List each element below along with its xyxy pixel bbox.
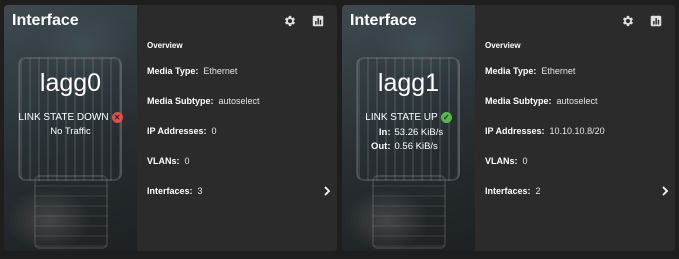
interface-card-lagg0: Interface lagg0 LINK STATE DOWN ✕ No Tra…	[4, 5, 337, 251]
overview-title: Overview	[147, 41, 183, 50]
link-state: LINK STATE DOWN ✕	[4, 112, 137, 123]
traffic-in-label: In:	[378, 127, 391, 138]
overview-title: Overview	[485, 41, 521, 50]
interfaces-label: Interfaces:	[485, 186, 531, 196]
traffic-out-value: 0.56 KiB/s	[394, 141, 438, 152]
interface-name: lagg0	[39, 69, 102, 97]
chevron-right-icon[interactable]	[661, 186, 669, 196]
card-hero-image: Interface lagg0 LINK STATE DOWN ✕ No Tra…	[4, 5, 137, 251]
media-subtype-label: Media Subtype:	[147, 96, 214, 106]
card-title: Interface	[12, 12, 79, 29]
ethernet-cable-graphic	[372, 175, 446, 249]
link-state: LINK STATE UP ✓	[342, 112, 475, 123]
gear-icon[interactable]	[283, 14, 297, 28]
vlans-label: VLANs:	[147, 156, 180, 166]
ip-addresses-row: IP Addresses: 0	[147, 126, 217, 136]
ip-addresses-value: 10.10.10.8/20	[549, 126, 605, 136]
traffic-in: In: 53.26 KiB/s	[342, 127, 475, 138]
ip-addresses-label: IP Addresses:	[147, 126, 207, 136]
interfaces-row: Interfaces: 2	[485, 186, 541, 196]
card-hero-image: Interface lagg1 LINK STATE UP ✓ In: 53.26…	[342, 5, 475, 251]
media-type-value: Ethernet	[203, 66, 238, 76]
traffic-in-value: 53.26 KiB/s	[394, 127, 444, 138]
media-subtype-row: Media Subtype: autoselect	[147, 96, 260, 106]
vlans-value: 0	[522, 156, 528, 166]
interfaces-value: 2	[535, 186, 541, 196]
media-type-value: Ethernet	[541, 66, 576, 76]
media-type-row: Media Type: Ethernet	[485, 66, 575, 76]
vlans-row: VLANs: 0	[147, 156, 190, 166]
vlans-row: VLANs: 0	[485, 156, 528, 166]
interface-card-lagg1: Interface lagg1 LINK STATE UP ✓ In: 53.26…	[342, 5, 675, 251]
card-title: Interface	[350, 12, 417, 29]
traffic-out-label: Out:	[370, 141, 391, 152]
media-type-row: Media Type: Ethernet	[147, 66, 237, 76]
ip-addresses-row: IP Addresses: 10.10.10.8/20	[485, 126, 605, 136]
bar-chart-icon[interactable]	[311, 14, 325, 28]
interfaces-row: Interfaces: 3	[147, 186, 203, 196]
media-type-label: Media Type:	[485, 66, 537, 76]
media-subtype-row: Media Subtype: autoselect	[485, 96, 598, 106]
media-subtype-value: autoselect	[556, 96, 598, 106]
ip-addresses-label: IP Addresses:	[485, 126, 545, 136]
interfaces-value: 3	[197, 186, 203, 196]
gear-icon[interactable]	[621, 14, 635, 28]
link-state-label: LINK STATE DOWN	[18, 112, 109, 123]
ethernet-cable-graphic	[34, 175, 108, 249]
interface-name: lagg1	[377, 69, 440, 97]
card-details: Overview Media Type: Ethernet Media Subty…	[475, 5, 675, 251]
media-type-label: Media Type:	[147, 66, 199, 76]
traffic-out: Out: 0.56 KiB/s	[342, 141, 475, 152]
chevron-right-icon[interactable]	[323, 186, 331, 196]
bar-chart-icon[interactable]	[649, 14, 663, 28]
card-details: Overview Media Type: Ethernet Media Subty…	[137, 5, 337, 251]
error-x-circle-icon: ✕	[111, 112, 123, 123]
ip-addresses-value: 0	[211, 126, 217, 136]
link-state-label: LINK STATE UP	[365, 112, 438, 123]
media-subtype-label: Media Subtype:	[485, 96, 552, 106]
check-circle-icon: ✓	[440, 112, 452, 123]
vlans-label: VLANs:	[485, 156, 518, 166]
media-subtype-value: autoselect	[218, 96, 260, 106]
interfaces-label: Interfaces:	[147, 186, 193, 196]
traffic-status: No Traffic	[50, 126, 91, 137]
vlans-value: 0	[184, 156, 190, 166]
